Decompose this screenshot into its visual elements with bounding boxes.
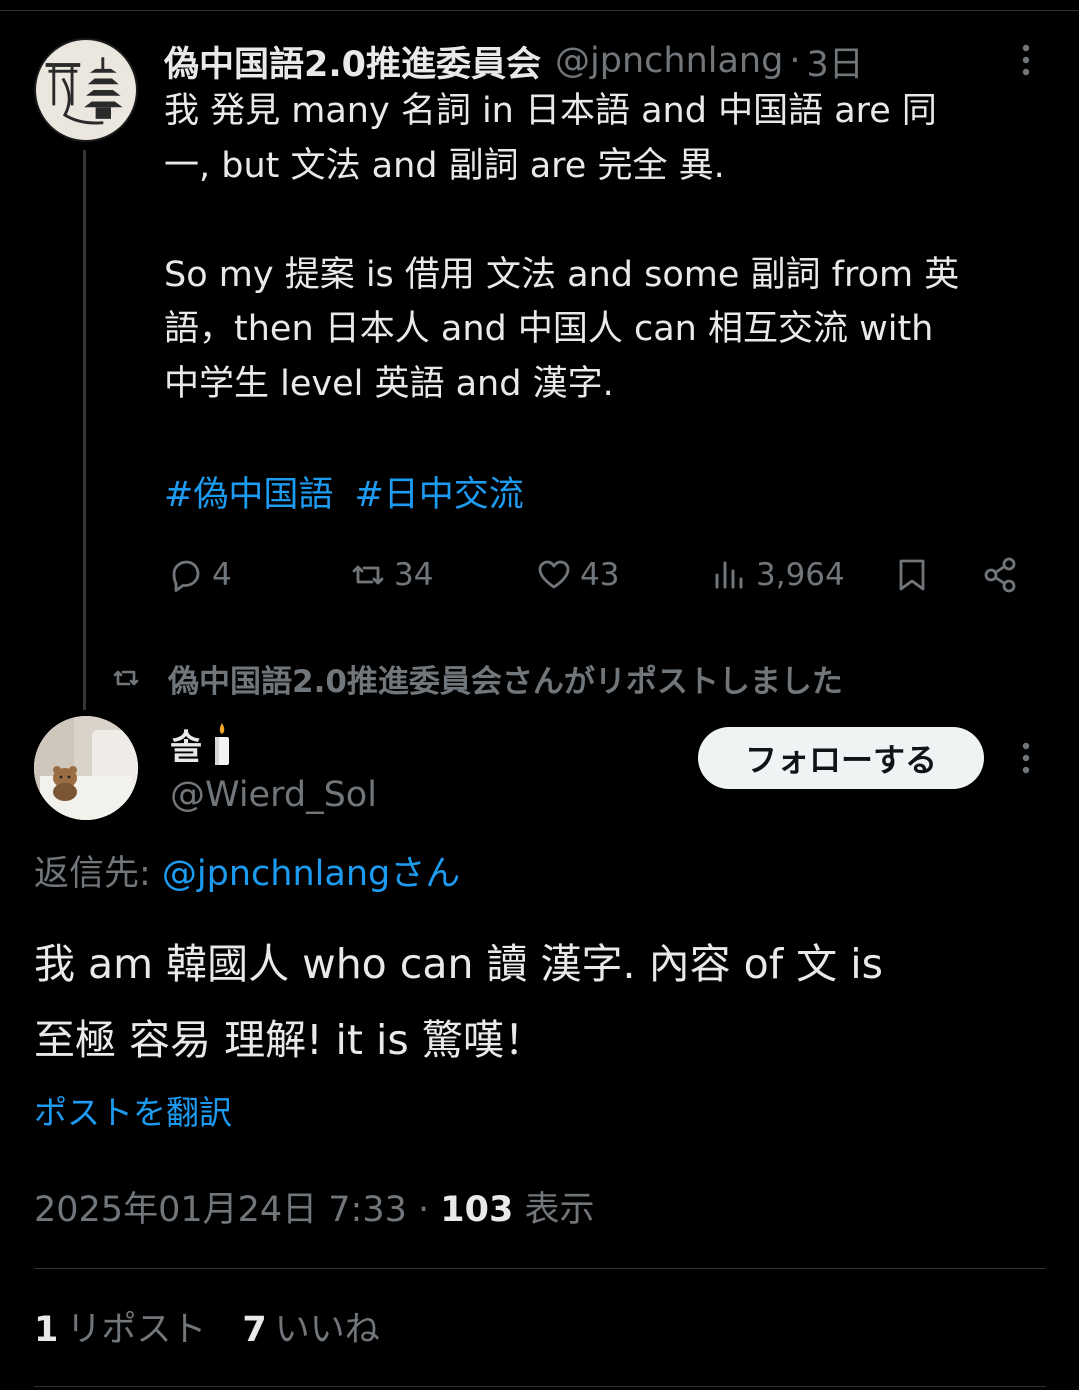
repost-button[interactable]: 34 [348,550,433,600]
reply-button[interactable]: 4 [166,550,232,600]
engagement-stats: 1 リポスト 7 いいね [34,1304,416,1356]
repost-banner[interactable]: 偽中国語2.0推進委員会さんがリポストしました [110,654,843,702]
body-line: So my 提案 is 借用 文法 and some 副詞 from 英 [164,254,960,295]
reply-mention-link[interactable]: @jpnchnlangさん [162,854,460,894]
main-author-name-row[interactable]: 솔 [170,718,232,770]
parent-action-bar: 4 34 43 3,964 [0,550,1079,600]
reply-count: 4 [212,557,232,593]
repost-stat[interactable]: 1 リポスト [34,1304,206,1356]
parent-author-avatar[interactable] [34,38,138,142]
share-button[interactable] [980,550,1026,600]
views-label: 表示 [513,1190,595,1230]
repost-count: 34 [394,557,434,593]
views-count: 103 [440,1190,514,1230]
views-icon [715,561,743,589]
bookmark-icon [899,559,925,591]
repost-icon [352,565,384,585]
reply-to-line: 返信先: @jpnchnlangさん [34,848,460,900]
divider [34,1386,1046,1387]
bookmark-button[interactable] [892,550,938,600]
translate-link[interactable]: ポストを翻訳 [34,1088,232,1138]
main-author-handle[interactable]: @Wierd_Sol [170,770,377,820]
main-more-icon[interactable] [1012,738,1040,778]
main-author-avatar[interactable] [34,716,138,820]
body-line: 我 am 韓國人 who can 讀 漢字. 內容 of 文 is [34,940,883,988]
hashtag-link[interactable]: #偽中国語 [164,475,333,515]
follow-button[interactable]: フォローする [698,727,984,789]
parent-author-handle[interactable]: @jpnchnlang [555,41,783,81]
tweet-meta: 2025年01月24日 7:33 · 103 表示 [34,1184,594,1236]
parent-tweet-time[interactable]: 3日 [806,36,863,87]
like-stat[interactable]: 7 いいね [242,1304,379,1356]
like-button[interactable]: 43 [534,550,619,600]
hashtags: #偽中国語 #日中交流 [164,468,534,522]
header-separator: · [789,41,801,81]
main-tweet-body: 我 am 韓國人 who can 讀 漢字. 內容 of 文 is 至極 容易 … [34,926,1044,1078]
reply-prefix: 返信先: [34,854,162,894]
body-line: 一, but 文法 and 副詞 are 完全 異. [164,145,725,186]
body-line: 語，then 日本人 and 中国人 can 相互交流 with [164,309,934,349]
like-stat-label: いいね [274,1310,380,1350]
repost-banner-text: 偽中国語2.0推進委員会さんがリポストしました [168,663,843,700]
candle-emoji-icon [212,721,232,767]
body-line: 至極 容易 理解! it is 驚嘆！ [34,1016,545,1064]
views-button[interactable]: 3,964 [710,550,845,600]
repost-stat-label: リポスト [66,1310,207,1350]
repost-stat-count: 1 [34,1310,59,1350]
thread-connector-line [83,150,86,710]
share-icon [984,557,1016,593]
like-icon [538,560,570,589]
reply-icon [172,560,200,592]
body-line: 我 発見 many 名詞 in 日本語 and 中国語 are 同 [164,91,937,131]
views-count: 3,964 [756,557,845,593]
parent-more-icon[interactable] [1012,40,1040,80]
parent-tweet-header: 偽中国語2.0推進委員会 @jpnchnlang · 3日 [164,36,864,86]
parent-tweet-body: 我 発見 many 名詞 in 日本語 and 中国語 are 同 一, but… [164,84,1054,411]
top-divider [0,10,1079,11]
body-line: 中学生 level 英語 and 漢字. [164,363,614,404]
hashtag-link[interactable]: #日中交流 [354,475,523,515]
like-count: 43 [580,557,620,593]
pagoda-torii-avatar-icon [37,41,135,139]
main-author-name: 솔 [170,727,203,768]
divider [34,1268,1046,1269]
timestamp[interactable]: 2025年01月24日 7:33 · [34,1190,440,1230]
repost-icon [113,670,139,686]
parent-author-name[interactable]: 偽中国語2.0推進委員会 [164,36,541,87]
teddy-bear-avatar-icon [34,716,138,820]
like-stat-count: 7 [242,1310,267,1350]
